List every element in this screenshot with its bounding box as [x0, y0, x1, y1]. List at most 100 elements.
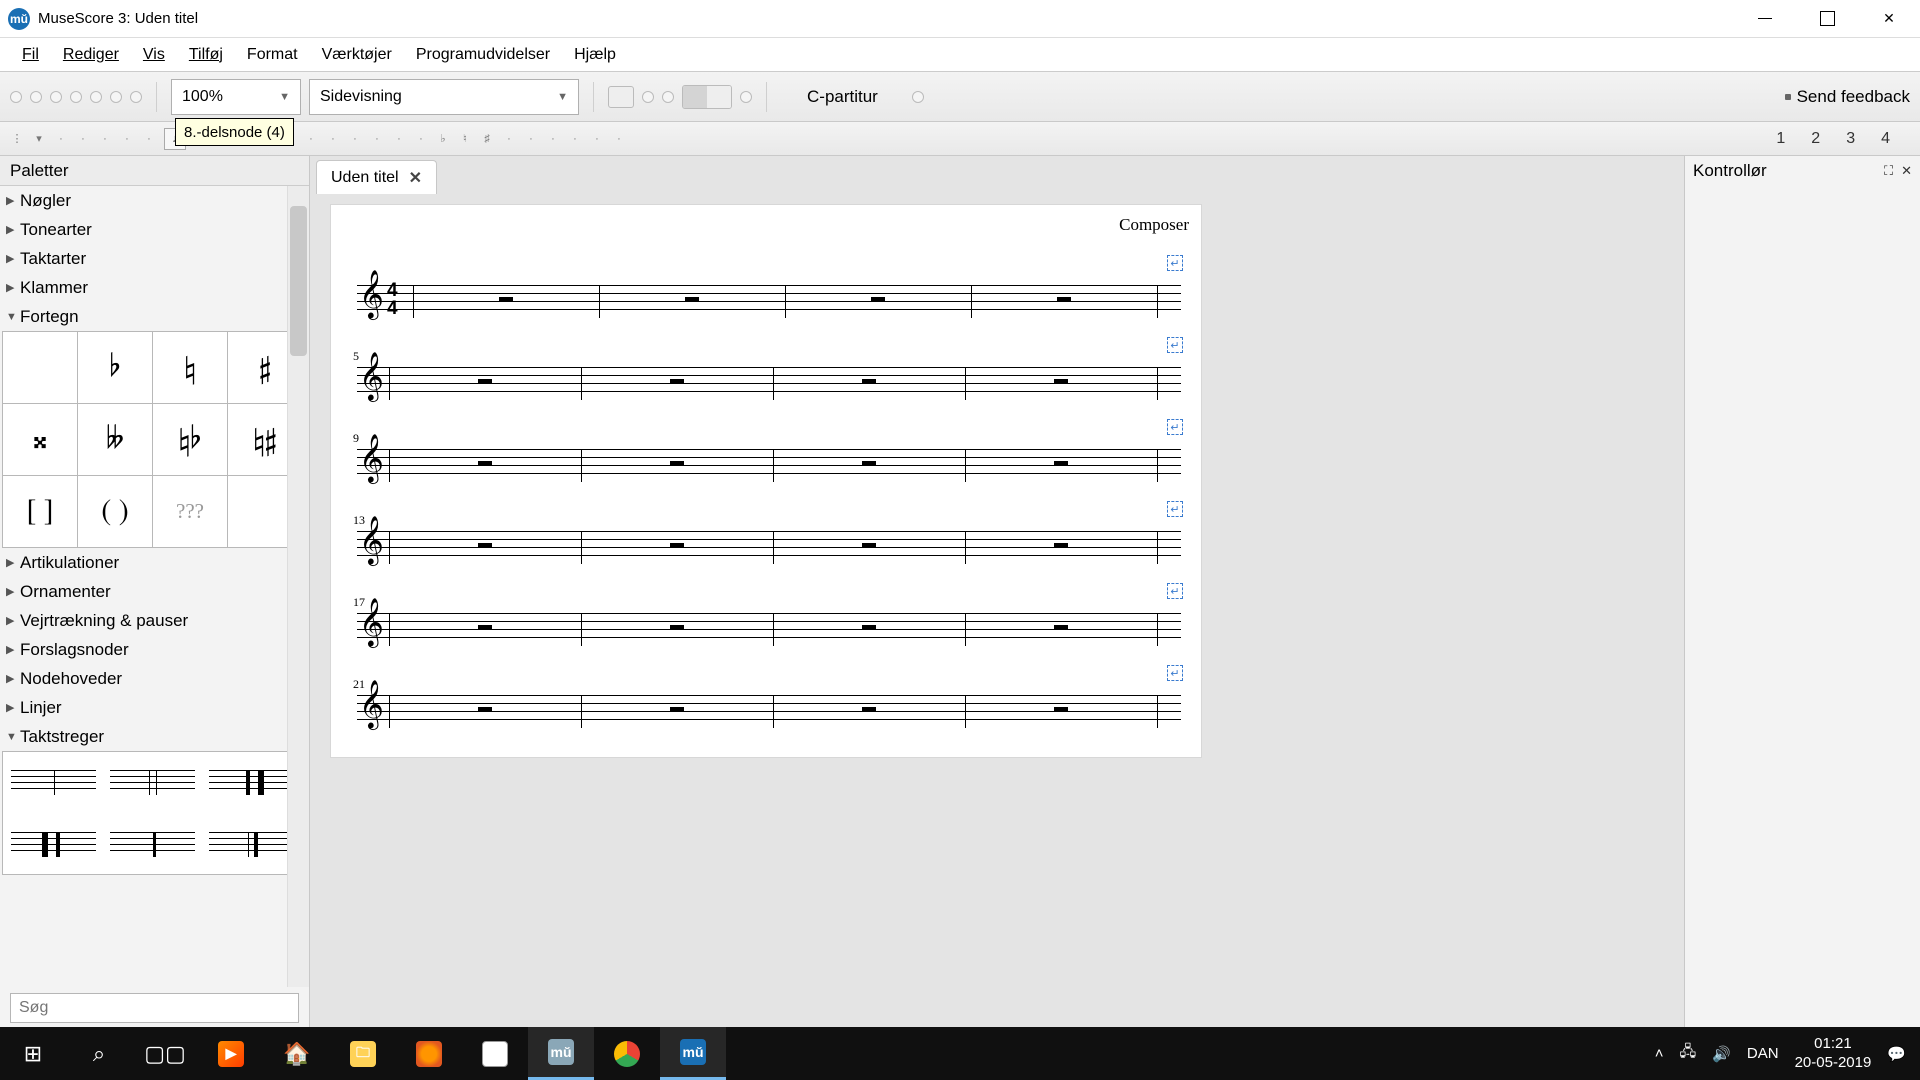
tray-network-icon[interactable]: 🖧: [1679, 1041, 1696, 1066]
duration-button[interactable]: ♯: [480, 130, 494, 148]
barline-start-repeat[interactable]: [11, 820, 96, 868]
barline[interactable]: [599, 285, 600, 318]
duration-button[interactable]: ·: [348, 130, 362, 148]
barline[interactable]: [773, 367, 774, 400]
score-page[interactable]: Composer 𝄞44↵5𝄞↵9𝄞↵13𝄞↵17𝄞↵21𝄞↵: [330, 204, 1202, 758]
barline[interactable]: [965, 613, 966, 646]
treble-clef-icon[interactable]: 𝄞: [359, 357, 384, 399]
palette-item-grace[interactable]: ▶Forslagsnoder: [0, 635, 309, 664]
duration-button[interactable]: ·: [590, 130, 604, 148]
treble-clef-icon[interactable]: 𝄞: [359, 521, 384, 563]
staff-system[interactable]: 𝄞44↵: [357, 285, 1181, 317]
accidental-more[interactable]: ???: [153, 476, 228, 548]
barline-double[interactable]: [110, 758, 195, 806]
duration-button[interactable]: ·: [54, 130, 68, 148]
tray-notifications-icon[interactable]: 💬: [1887, 1045, 1906, 1063]
taskbar-musescore-2[interactable]: mŭ: [660, 1027, 726, 1080]
toolbar-button[interactable]: [642, 91, 654, 103]
barline[interactable]: [413, 285, 414, 318]
whole-rest[interactable]: [871, 297, 885, 302]
palette-item-breaths[interactable]: ▶Vejrtrækning & pauser: [0, 606, 309, 635]
whole-rest[interactable]: [670, 379, 684, 384]
staff-system[interactable]: 5𝄞↵: [357, 367, 1181, 399]
duration-button[interactable]: ·: [370, 130, 384, 148]
barline[interactable]: [581, 367, 582, 400]
toolbar-button[interactable]: [10, 91, 22, 103]
tray-clock[interactable]: 01:21 20-05-2019: [1795, 1035, 1872, 1073]
taskbar-app[interactable]: [462, 1027, 528, 1080]
line-break-icon[interactable]: ↵: [1167, 255, 1183, 271]
accidental-dblflat[interactable]: 𝄫: [78, 404, 153, 476]
duration-button[interactable]: ·: [326, 130, 340, 148]
whole-rest[interactable]: [685, 297, 699, 302]
duration-button[interactable]: ▾: [32, 130, 46, 148]
window-close-button[interactable]: ✕: [1858, 0, 1920, 38]
barline[interactable]: [1157, 449, 1158, 482]
accidental-flat[interactable]: ♭: [78, 332, 153, 404]
barline[interactable]: [773, 613, 774, 646]
palette-scrollbar[interactable]: [287, 186, 309, 987]
taskbar-app[interactable]: ▶: [198, 1027, 264, 1080]
treble-clef-icon[interactable]: 𝄞: [359, 603, 384, 645]
barline[interactable]: [389, 367, 390, 400]
barline[interactable]: [1157, 531, 1158, 564]
duration-button[interactable]: ·: [568, 130, 582, 148]
whole-rest[interactable]: [862, 707, 876, 712]
barline-final[interactable]: [209, 820, 294, 868]
toolbar-button[interactable]: [130, 91, 142, 103]
palette-item-timesigs[interactable]: ▶Taktarter: [0, 244, 309, 273]
duration-button[interactable]: ·: [98, 130, 112, 148]
taskview-button[interactable]: ▢▢: [132, 1027, 198, 1080]
palette-item-ornaments[interactable]: ▶Ornamenter: [0, 577, 309, 606]
staff-system[interactable]: 13𝄞↵: [357, 531, 1181, 563]
duration-button[interactable]: ·: [546, 130, 560, 148]
image-capture-button[interactable]: [608, 86, 634, 108]
palette-item-lines[interactable]: ▶Linjer: [0, 693, 309, 722]
barline[interactable]: [965, 449, 966, 482]
accidental-dblsharp[interactable]: 𝄪: [3, 404, 78, 476]
toolbar-button[interactable]: [50, 91, 62, 103]
whole-rest[interactable]: [862, 625, 876, 630]
barline[interactable]: [773, 695, 774, 728]
window-minimize-button[interactable]: [1734, 0, 1796, 38]
menu-tools[interactable]: Værktøjer: [310, 42, 404, 68]
whole-rest[interactable]: [1054, 461, 1068, 466]
taskbar-app[interactable]: 🏠: [264, 1027, 330, 1080]
duration-button[interactable]: ♭: [436, 130, 450, 148]
barline[interactable]: [965, 531, 966, 564]
barline[interactable]: [1157, 613, 1158, 646]
palette-item-noteheads[interactable]: ▶Nodehoveder: [0, 664, 309, 693]
barline[interactable]: [389, 531, 390, 564]
whole-rest[interactable]: [478, 461, 492, 466]
zoom-combo[interactable]: 100% ▼: [171, 79, 301, 115]
barline-end-repeat[interactable]: [209, 758, 294, 806]
barline-normal[interactable]: [11, 758, 96, 806]
staff-system[interactable]: 17𝄞↵: [357, 613, 1181, 645]
palette-item-accidentals[interactable]: ▼Fortegn: [0, 302, 309, 331]
whole-rest[interactable]: [1057, 297, 1071, 302]
palette-item-clefs[interactable]: ▶Nøgler: [0, 186, 309, 215]
staff-system[interactable]: 9𝄞↵: [357, 449, 1181, 481]
line-break-icon[interactable]: ↵: [1167, 583, 1183, 599]
whole-rest[interactable]: [670, 707, 684, 712]
barline[interactable]: [581, 449, 582, 482]
window-maximize-button[interactable]: [1796, 0, 1858, 38]
undock-icon[interactable]: ⛶: [1884, 163, 1893, 179]
line-break-icon[interactable]: ↵: [1167, 501, 1183, 517]
whole-rest[interactable]: [670, 461, 684, 466]
close-tab-icon[interactable]: ✕: [409, 168, 422, 188]
duration-button[interactable]: ·: [142, 130, 156, 148]
menu-file[interactable]: Fil: [10, 42, 51, 68]
whole-rest[interactable]: [478, 379, 492, 384]
voice-4-button[interactable]: 4: [1881, 130, 1890, 148]
whole-rest[interactable]: [499, 297, 513, 302]
treble-clef-icon[interactable]: 𝄞: [359, 275, 384, 317]
whole-rest[interactable]: [670, 625, 684, 630]
voice-2-button[interactable]: 2: [1811, 130, 1820, 148]
menu-plugins[interactable]: Programudvidelser: [404, 42, 562, 68]
barline[interactable]: [581, 531, 582, 564]
voice-1-button[interactable]: 1: [1776, 130, 1785, 148]
document-tab[interactable]: Uden titel ✕: [316, 160, 437, 194]
duration-button[interactable]: ·: [392, 130, 406, 148]
time-signature[interactable]: 44: [387, 282, 398, 318]
